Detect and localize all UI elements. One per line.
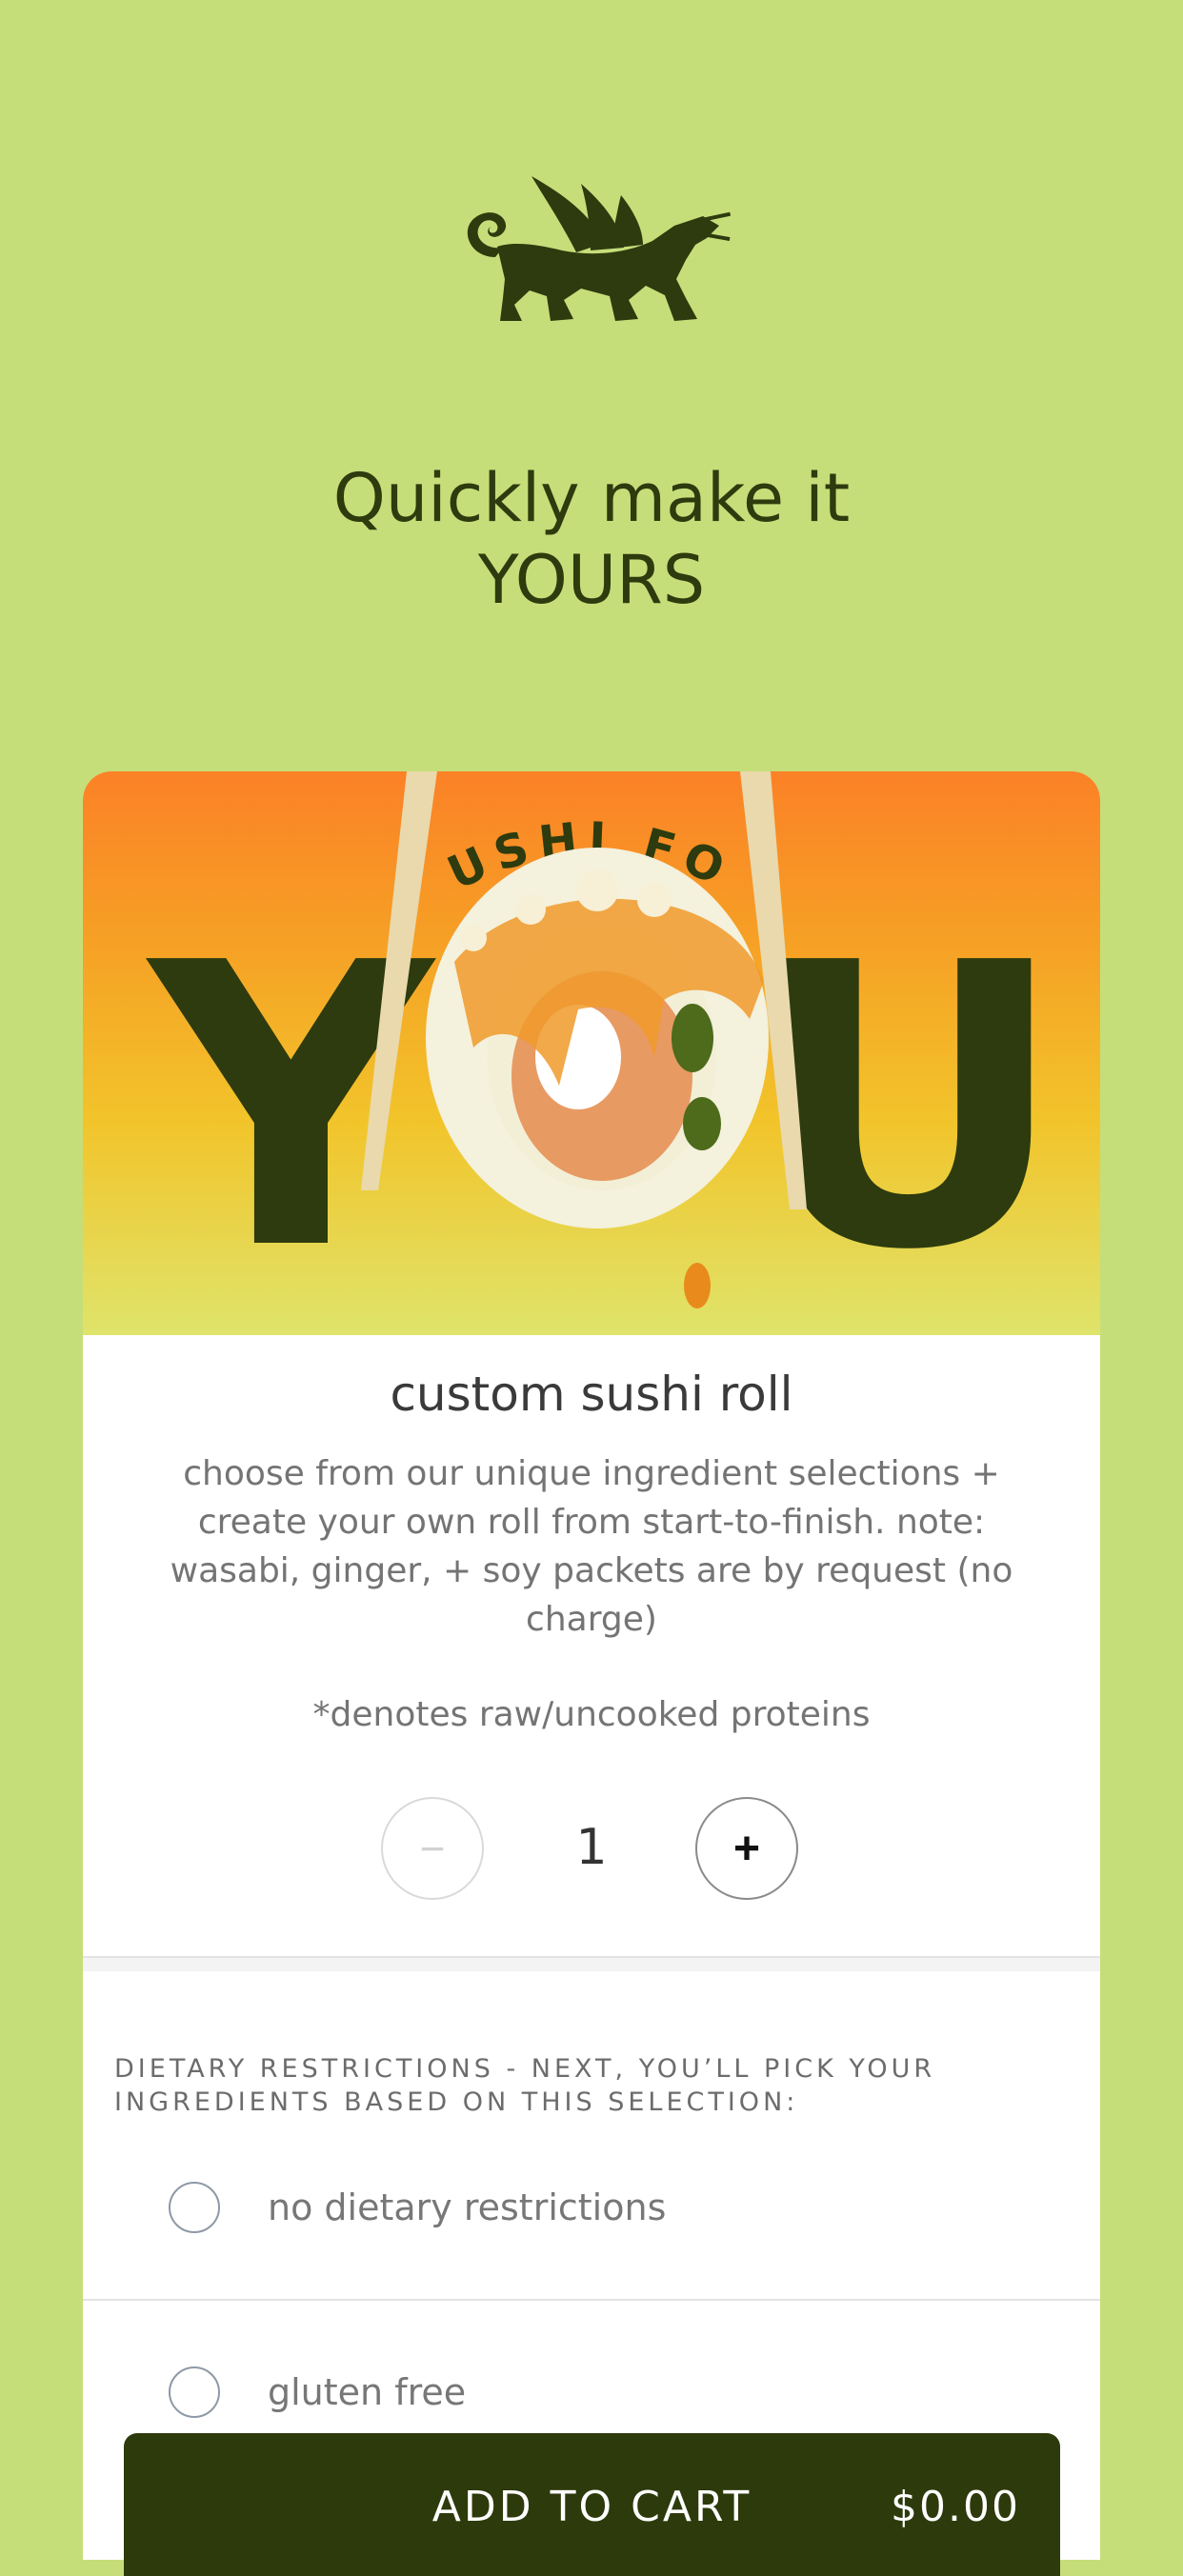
product-description: choose from our unique ingredient select… [170, 1454, 1013, 1639]
winged-tiger-icon [467, 176, 732, 321]
hero-image: SUSHI FOR Y U [83, 771, 1100, 1335]
product-title: custom sushi roll [390, 1367, 793, 1422]
section-divider-band [83, 1958, 1100, 1971]
raw-note: *denotes raw/uncooked proteins [312, 1695, 871, 1734]
decrease-quantity-button[interactable]: − [381, 1797, 484, 1900]
radio-button[interactable] [169, 2366, 220, 2418]
quantity-value: 1 [575, 1819, 608, 1876]
plus-icon: + [732, 1823, 761, 1874]
minus-icon: − [419, 1824, 446, 1873]
option-label: gluten free [268, 2371, 467, 2413]
add-to-cart-button[interactable]: ADD TO CART $0.00 [124, 2433, 1060, 2576]
page-headline: Quickly make it YOURS [0, 457, 1183, 621]
headline-line2: YOURS [477, 541, 706, 619]
radio-button[interactable] [169, 2182, 220, 2233]
option-no-dietary-restrictions[interactable]: no dietary restrictions [83, 2141, 1100, 2274]
option-divider [83, 2299, 1100, 2301]
product-card: SUSHI FOR Y U [83, 771, 1100, 2560]
cart-price: $0.00 [891, 2483, 1020, 2531]
sushi-hero-illustration: SUSHI FOR Y U [83, 771, 1067, 1335]
headline-line1: Quickly make it [332, 459, 851, 537]
increase-quantity-button[interactable]: + [695, 1797, 798, 1900]
option-label: no dietary restrictions [268, 2187, 667, 2228]
dietary-heading: DIETARY RESTRICTIONS - NEXT, YOU’LL PICK… [114, 2054, 936, 2117]
sushi-roll [426, 848, 769, 1308]
